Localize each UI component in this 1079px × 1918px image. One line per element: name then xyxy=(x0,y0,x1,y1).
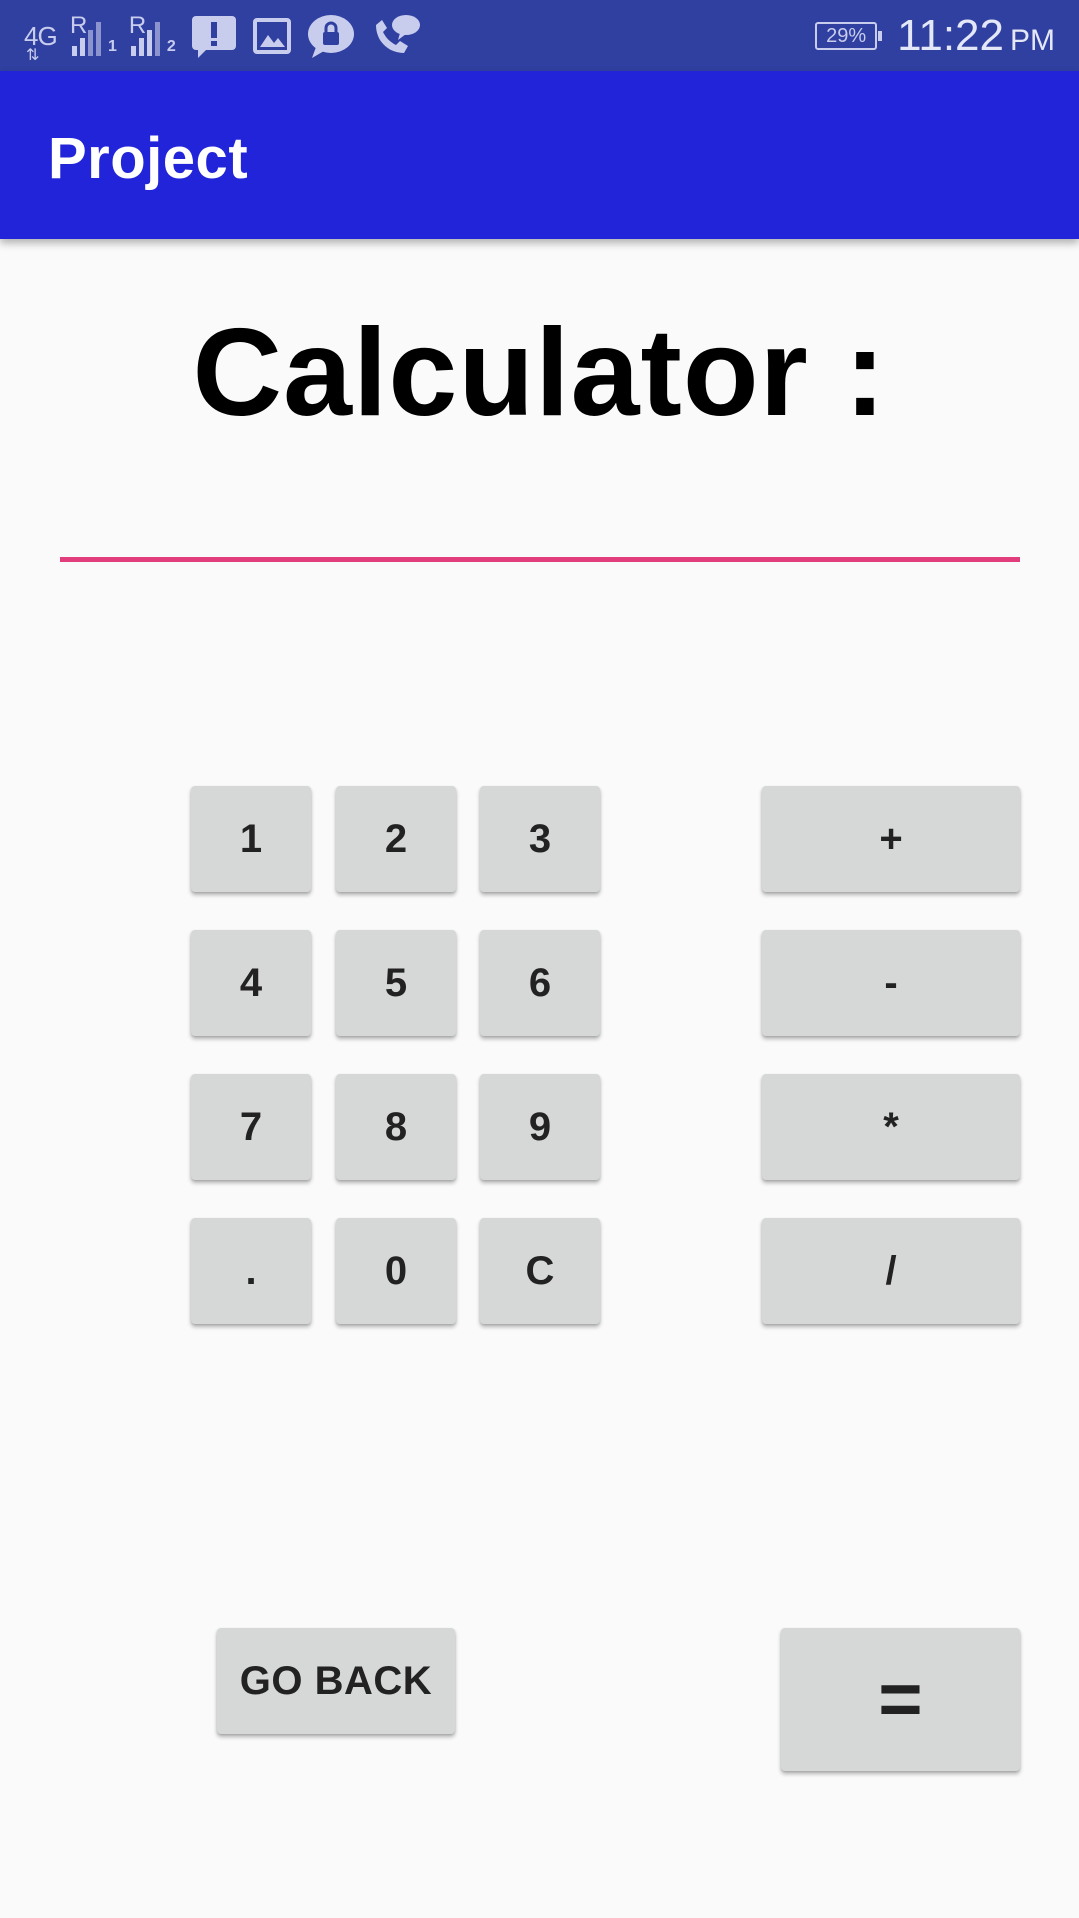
digit-6-button[interactable]: 6 xyxy=(480,930,600,1036)
calculator-display-input[interactable] xyxy=(60,492,1020,562)
call-message-icon xyxy=(370,13,422,59)
digit-0-button[interactable]: 0 xyxy=(336,1218,456,1324)
subtract-button[interactable]: - xyxy=(762,930,1020,1036)
status-icons-left: 4G ⇅ R 1 R 2 xyxy=(24,10,422,64)
battery-icon: 29% xyxy=(815,22,883,50)
decimal-point-button[interactable]: . xyxy=(191,1218,311,1324)
multiply-button[interactable]: * xyxy=(762,1074,1020,1180)
status-clock: 11:22 PM xyxy=(897,11,1055,61)
digit-3-button[interactable]: 3 xyxy=(480,786,600,892)
digit-8-button[interactable]: 8 xyxy=(336,1074,456,1180)
image-icon xyxy=(252,17,292,55)
sim1-label: 1 xyxy=(108,38,117,55)
status-bar: 4G ⇅ R 1 R 2 29% 11:22 PM xyxy=(0,0,1079,71)
page-title: Calculator : xyxy=(192,304,887,442)
battery-level: 29% xyxy=(826,25,867,47)
secure-chat-icon xyxy=(306,13,356,59)
equals-button[interactable]: = xyxy=(781,1628,1020,1771)
signal-strength-sim1-icon: R 1 xyxy=(70,12,117,56)
status-icons-right: 29% 11:22 PM xyxy=(815,8,1055,64)
network-type-indicator: 4G ⇅ xyxy=(24,21,58,64)
digit-9-button[interactable]: 9 xyxy=(480,1074,600,1180)
alert-message-icon xyxy=(190,14,238,58)
add-button[interactable]: + xyxy=(762,786,1020,892)
digit-2-button[interactable]: 2 xyxy=(336,786,456,892)
app-bar: Project xyxy=(0,71,1079,239)
data-activity-icon: ⇅ xyxy=(26,46,39,64)
app-title: Project xyxy=(48,126,249,191)
clear-button[interactable]: C xyxy=(480,1218,600,1324)
signal-strength-sim2-icon: R 2 xyxy=(128,12,176,56)
sim2-label: 2 xyxy=(166,38,176,55)
digit-7-button[interactable]: 7 xyxy=(191,1074,311,1180)
go-back-button[interactable]: GO BACK xyxy=(217,1628,455,1734)
divide-button[interactable]: / xyxy=(762,1218,1020,1324)
digit-4-button[interactable]: 4 xyxy=(191,930,311,1036)
clock-ampm: PM xyxy=(1010,24,1055,57)
clock-time: 11:22 xyxy=(897,11,1004,60)
digit-5-button[interactable]: 5 xyxy=(336,930,456,1036)
digit-1-button[interactable]: 1 xyxy=(191,786,311,892)
